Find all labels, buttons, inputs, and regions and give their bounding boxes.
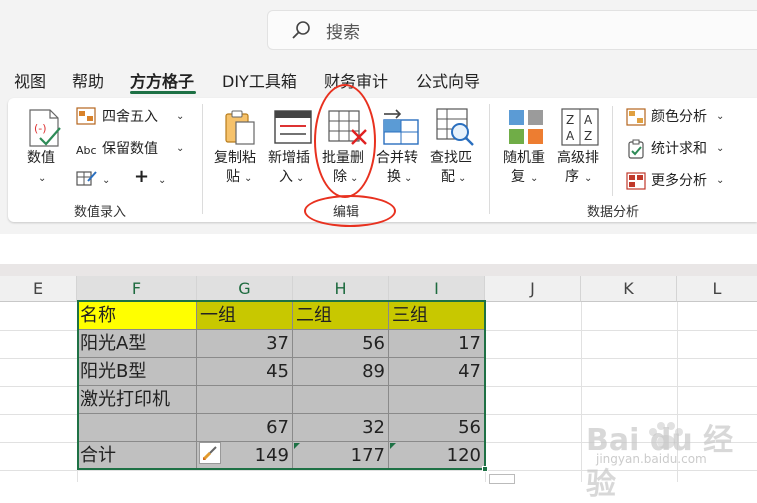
formula-bar-area <box>0 234 757 264</box>
chevron-down-icon[interactable]: ⌄ <box>404 170 412 188</box>
copy-paste-button[interactable]: 复制粘 <box>214 149 256 167</box>
column-header-h[interactable]: H <box>293 276 389 302</box>
search-box[interactable]: 搜索 <box>267 10 757 50</box>
chevron-down-icon[interactable]: ⌄ <box>102 172 110 190</box>
chevron-down-icon[interactable]: ⌄ <box>176 108 184 126</box>
chevron-down-icon[interactable]: ⌄ <box>584 170 592 188</box>
fill-handle[interactable] <box>482 466 488 472</box>
edit-cell-icon <box>76 171 97 186</box>
plus-button[interactable]: + <box>134 168 149 186</box>
annotation-ellipse-edit-label <box>304 195 396 227</box>
find-match-icon <box>436 108 474 146</box>
group-separator <box>612 106 613 196</box>
insert-icon <box>274 110 312 144</box>
group-label-analysis: 数据分析 <box>587 205 640 220</box>
sheet-top-strip <box>0 264 757 276</box>
color-analysis-button[interactable]: 颜色分析 <box>651 108 707 126</box>
group-separator <box>202 104 203 214</box>
numeric-icon: (-) <box>29 109 61 147</box>
gridline <box>581 302 582 482</box>
chevron-down-icon[interactable]: ⌄ <box>458 170 466 188</box>
ribbon-tabs: 视图 帮助 方方格子 DIY工具箱 财务审计 公式向导 <box>0 62 757 96</box>
active-tab-indicator <box>130 91 196 94</box>
svg-text:A: A <box>566 129 575 143</box>
copy-paste-button-line2[interactable]: 贴 <box>226 168 240 186</box>
chevron-down-icon[interactable]: ⌄ <box>716 140 724 158</box>
find-match-button-line2[interactable]: 配 <box>441 168 455 186</box>
svg-text:A: A <box>584 113 593 127</box>
watermark-url: jingyan.baidu.com <box>596 452 707 466</box>
selection-range <box>77 300 486 470</box>
random-repeat-button-line2[interactable]: 复 <box>511 168 525 186</box>
merge-convert-button-line2[interactable]: 换 <box>387 168 401 186</box>
stat-sum-button[interactable]: 统计求和 <box>651 140 707 158</box>
random-repeat-button[interactable]: 随机重 <box>503 149 545 167</box>
round-icon <box>76 107 96 125</box>
tab-diy-toolbox[interactable]: DIY工具箱 <box>222 68 297 92</box>
numeric-button[interactable]: 数值 <box>27 149 55 167</box>
column-header-j[interactable]: J <box>485 276 581 302</box>
tab-help[interactable]: 帮助 <box>72 68 104 92</box>
merge-convert-button[interactable]: 合并转 <box>376 149 418 167</box>
abc-icon: Abc <box>76 144 97 157</box>
merge-convert-icon <box>383 109 419 145</box>
search-placeholder: 搜索 <box>326 22 360 43</box>
find-match-button[interactable]: 查找匹 <box>430 149 472 167</box>
stat-sum-icon <box>628 139 644 159</box>
more-analysis-icon <box>626 172 646 190</box>
chevron-down-icon[interactable]: ⌄ <box>176 140 184 158</box>
column-header-e[interactable]: E <box>0 276 77 302</box>
chevron-down-icon[interactable]: ⌄ <box>296 170 304 188</box>
round-button[interactable]: 四舍五入 <box>102 108 158 126</box>
more-analysis-button[interactable]: 更多分析 <box>651 172 707 190</box>
tab-fangfang[interactable]: 方方格子 <box>130 68 194 92</box>
quick-analysis-icon[interactable] <box>489 474 515 484</box>
svg-text:Z: Z <box>566 113 574 127</box>
tab-view[interactable]: 视图 <box>14 68 46 92</box>
chevron-down-icon[interactable]: ⌄ <box>716 108 724 126</box>
insert-button[interactable]: 新增插 <box>268 149 310 167</box>
svg-text:(-): (-) <box>34 122 47 135</box>
random-repeat-icon <box>509 110 543 144</box>
clipboard-icon <box>225 110 255 145</box>
chevron-down-icon[interactable]: ⌄ <box>530 170 538 188</box>
search-icon <box>292 21 310 39</box>
advanced-sort-button[interactable]: 高级排 <box>557 149 599 167</box>
advanced-sort-button-line2[interactable]: 序 <box>565 168 579 186</box>
chevron-down-icon[interactable]: ⌄ <box>38 170 46 188</box>
column-header-k[interactable]: K <box>581 276 677 302</box>
group-label-numeric: 数值录入 <box>74 205 127 220</box>
chevron-down-icon[interactable]: ⌄ <box>716 172 724 190</box>
column-header-f[interactable]: F <box>77 276 197 302</box>
column-header-i[interactable]: I <box>389 276 485 302</box>
column-header-g[interactable]: G <box>197 276 293 302</box>
keep-value-button[interactable]: 保留数值 <box>102 140 158 158</box>
tab-formula-wizard[interactable]: 公式向导 <box>416 68 480 92</box>
column-header-l[interactable]: L <box>677 276 757 302</box>
advanced-sort-icon: Z A A Z <box>561 108 599 146</box>
color-analysis-icon <box>626 108 646 126</box>
annotation-ellipse-batch-delete <box>314 84 376 198</box>
insert-button-line2[interactable]: 入 <box>279 168 293 186</box>
svg-text:Z: Z <box>584 129 592 143</box>
chevron-down-icon[interactable]: ⌄ <box>158 172 166 190</box>
chevron-down-icon[interactable]: ⌄ <box>244 170 252 188</box>
group-separator <box>489 104 490 214</box>
